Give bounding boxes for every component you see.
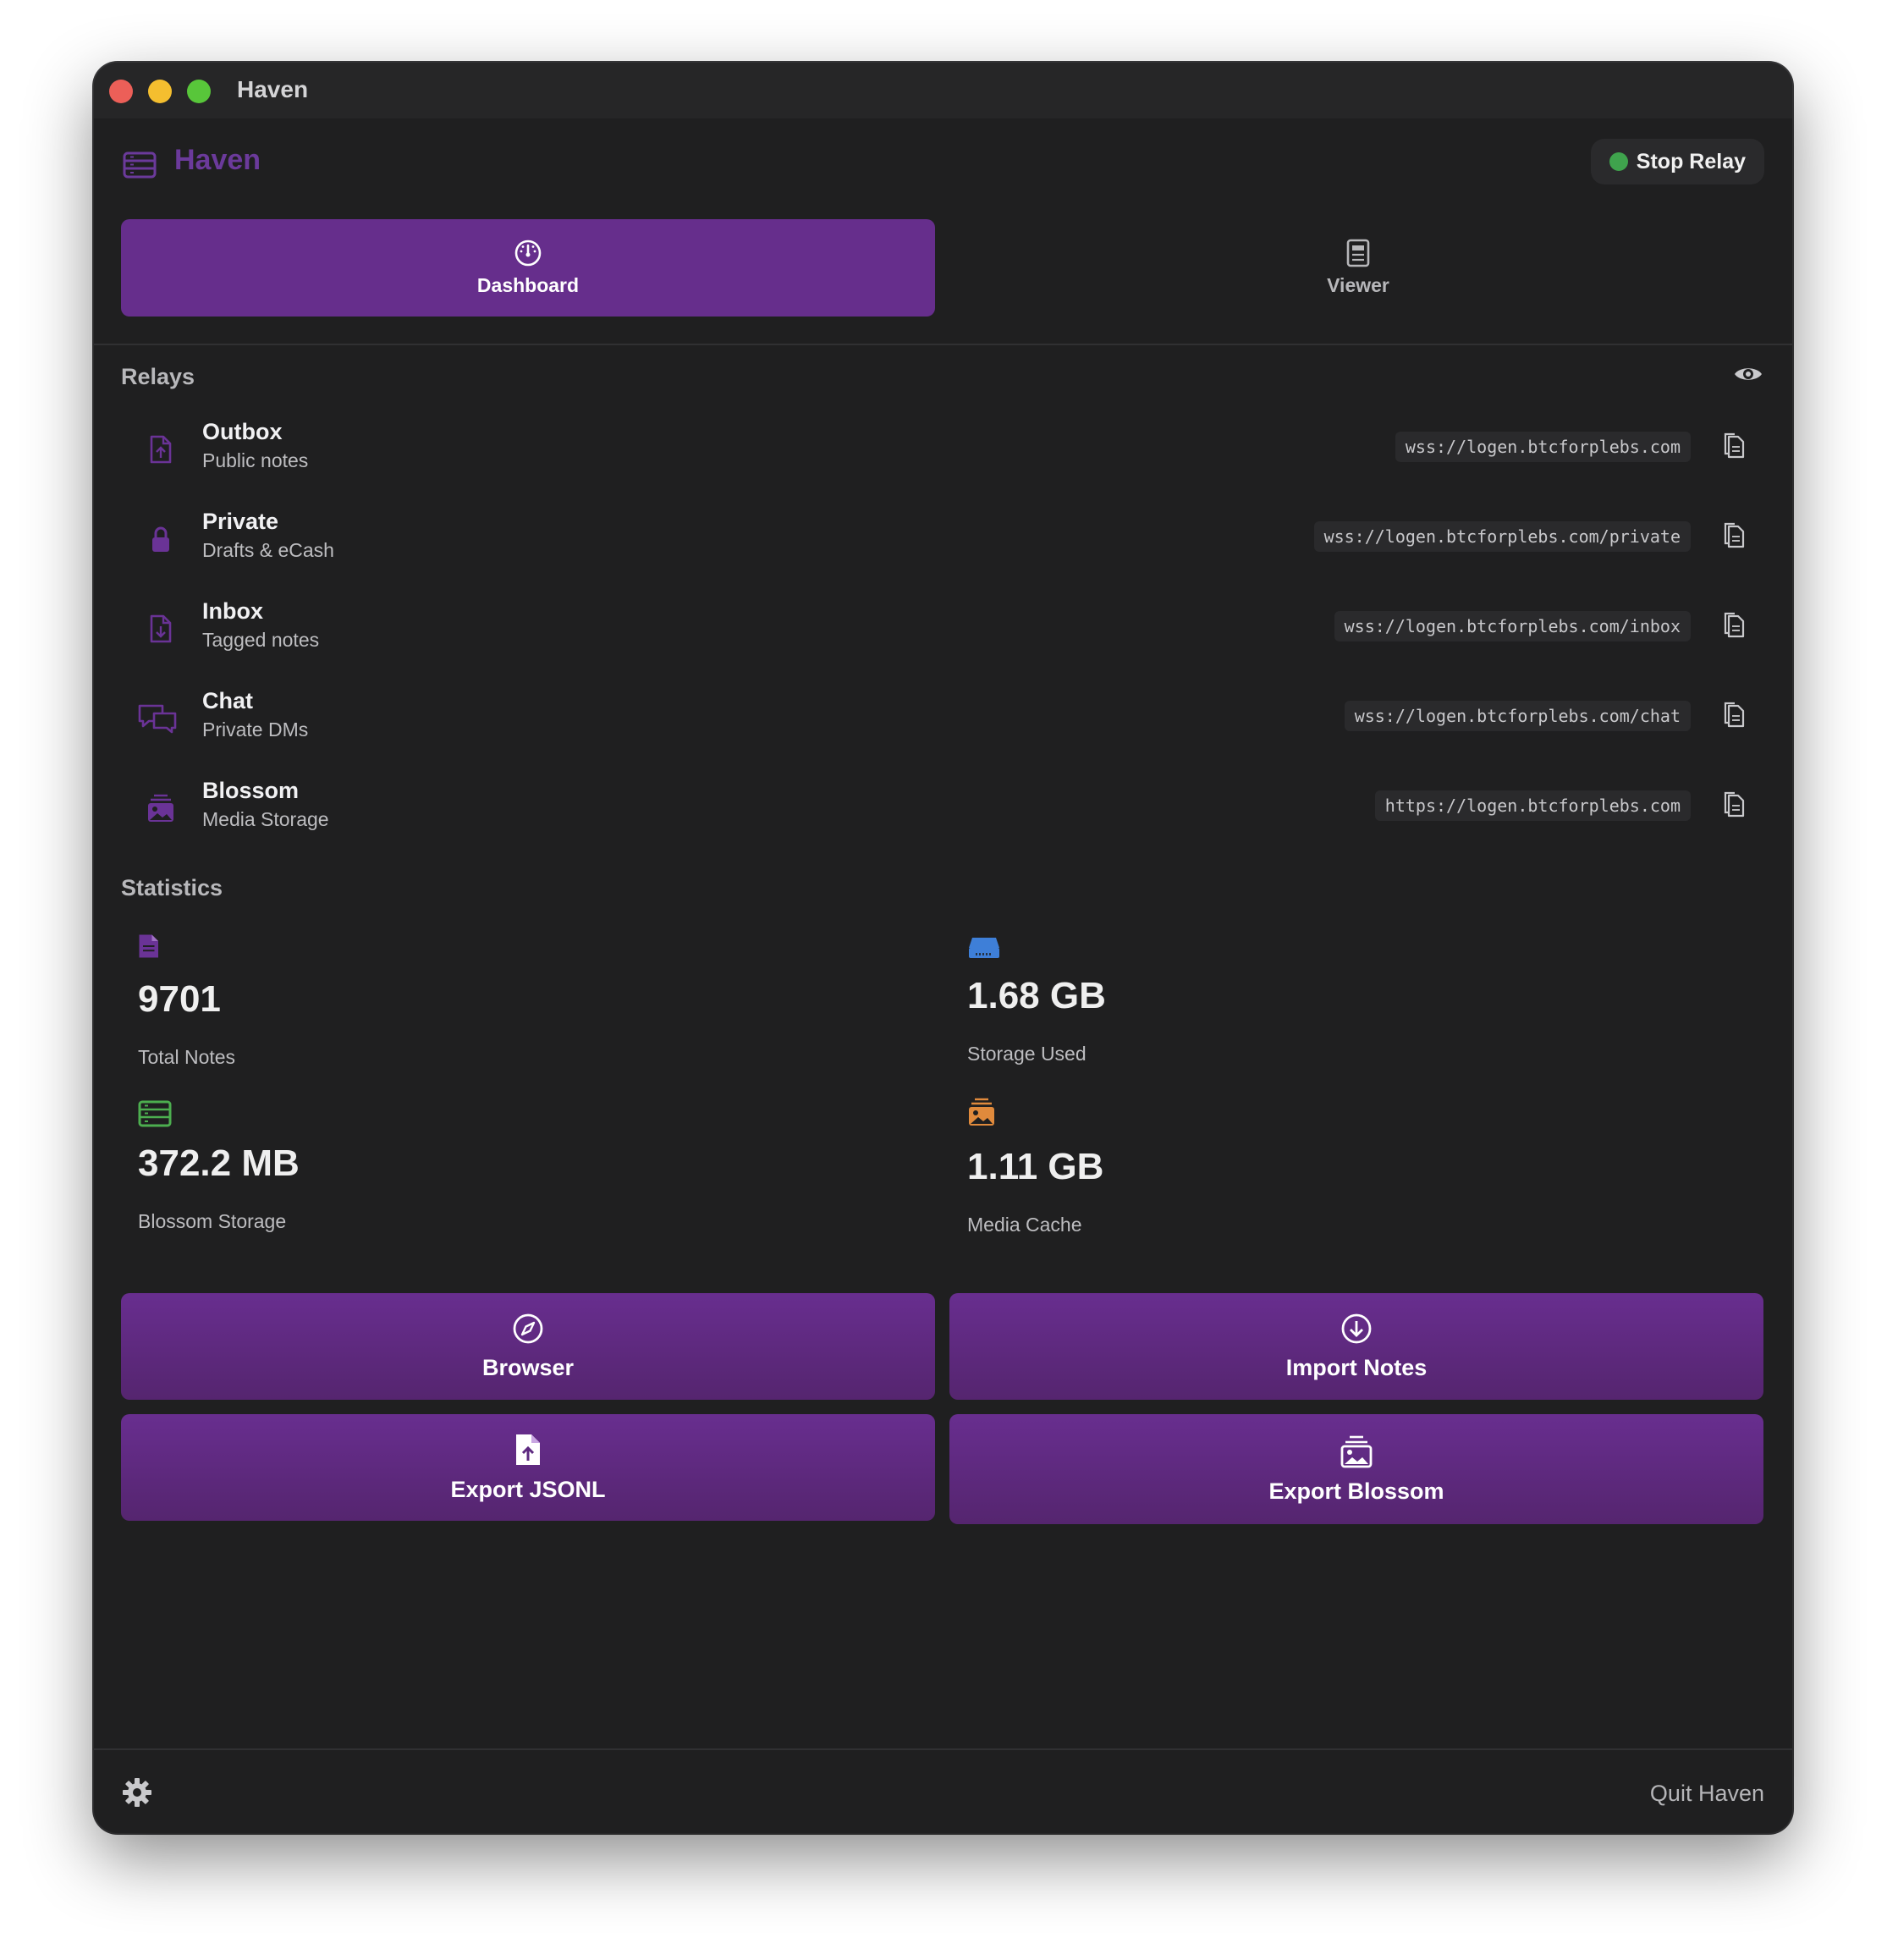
server-icon bbox=[138, 1100, 172, 1127]
gear-icon[interactable] bbox=[122, 1777, 152, 1808]
stat-blossom-storage: 372.2 MB Blossom Storage bbox=[138, 1100, 646, 1244]
stat-value: 1.68 GB bbox=[967, 975, 1106, 1016]
copy-icon[interactable] bbox=[1721, 611, 1747, 640]
relay-subtitle: Public notes bbox=[202, 449, 309, 471]
relay-row-blossom: Blossom Media Storage https://logen.btcf… bbox=[121, 774, 1765, 841]
tab-dashboard[interactable]: Dashboard bbox=[121, 219, 935, 317]
server-stack-icon bbox=[123, 151, 157, 179]
browser-button[interactable]: Browser bbox=[121, 1293, 935, 1400]
stat-value: 372.2 MB bbox=[138, 1142, 300, 1184]
app-name: Haven bbox=[174, 144, 261, 176]
file-download-icon bbox=[143, 611, 179, 647]
download-circle-icon bbox=[1341, 1313, 1372, 1343]
lock-icon bbox=[143, 521, 179, 557]
relay-subtitle: Tagged notes bbox=[202, 629, 320, 651]
stat-label: Blossom Storage bbox=[138, 1210, 287, 1232]
app-header: Haven Stop Relay bbox=[94, 118, 1792, 195]
minimize-window-button[interactable] bbox=[148, 80, 172, 103]
app-window: Haven Haven Stop Relay Dashboard Viewer … bbox=[94, 63, 1792, 1833]
footer: Quit Haven bbox=[94, 1748, 1792, 1833]
relay-subtitle: Private DMs bbox=[202, 718, 309, 741]
zoom-window-button[interactable] bbox=[187, 80, 211, 103]
relay-url[interactable]: wss://logen.btcforplebs.com/private bbox=[1313, 521, 1691, 552]
document-icon bbox=[139, 934, 158, 958]
hard-drive-icon bbox=[969, 938, 999, 958]
relay-status-indicator bbox=[1609, 152, 1628, 171]
relay-name: Chat bbox=[202, 688, 253, 713]
stat-label: Storage Used bbox=[967, 1043, 1087, 1065]
stop-relay-label: Stop Relay bbox=[1636, 149, 1746, 173]
copy-icon[interactable] bbox=[1721, 521, 1747, 550]
action-label: Export JSONL bbox=[450, 1476, 606, 1502]
relay-name: Outbox bbox=[202, 419, 283, 444]
export-blossom-button[interactable]: Export Blossom bbox=[949, 1414, 1763, 1524]
relay-subtitle: Media Storage bbox=[202, 808, 329, 830]
stat-storage-used: 1.68 GB Storage Used bbox=[967, 934, 1475, 1078]
chat-bubbles-icon bbox=[136, 701, 179, 736]
relay-row-inbox: Inbox Tagged notes wss://logen.btcforple… bbox=[121, 594, 1765, 662]
stat-total-notes: 9701 Total Notes bbox=[138, 931, 646, 1075]
relay-name: Private bbox=[202, 509, 279, 534]
relay-url[interactable]: wss://logen.btcforplebs.com bbox=[1395, 432, 1691, 462]
compass-icon bbox=[513, 1313, 543, 1343]
relays-heading: Relays bbox=[121, 364, 195, 389]
title-bar: Haven bbox=[94, 63, 1792, 118]
header-divider bbox=[94, 344, 1792, 345]
tab-viewer[interactable]: Viewer bbox=[951, 219, 1765, 317]
file-upload-icon bbox=[516, 1434, 540, 1465]
copy-icon[interactable] bbox=[1721, 701, 1747, 729]
stat-media-cache: 1.11 GB Media Cache bbox=[967, 1097, 1475, 1241]
action-label: Import Notes bbox=[1285, 1354, 1428, 1380]
relay-url[interactable]: wss://logen.btcforplebs.com/inbox bbox=[1334, 611, 1691, 641]
copy-icon[interactable] bbox=[1721, 790, 1747, 819]
tab-label: Viewer bbox=[1327, 274, 1389, 296]
relay-name: Inbox bbox=[202, 598, 263, 624]
quit-button[interactable]: Quit Haven bbox=[1650, 1781, 1764, 1807]
relay-subtitle: Drafts & eCash bbox=[202, 539, 334, 561]
relay-url[interactable]: wss://logen.btcforplebs.com/chat bbox=[1344, 701, 1691, 731]
relay-row-private: Private Drafts & eCash wss://logen.btcfo… bbox=[121, 504, 1765, 572]
stat-value: 9701 bbox=[138, 978, 221, 1020]
export-jsonl-button[interactable]: Export JSONL bbox=[121, 1414, 935, 1521]
stat-value: 1.11 GB bbox=[967, 1146, 1104, 1187]
photo-stack-icon bbox=[143, 790, 179, 826]
tab-label: Dashboard bbox=[476, 274, 580, 296]
eye-icon[interactable] bbox=[1733, 364, 1763, 384]
relay-row-outbox: Outbox Public notes wss://logen.btcforpl… bbox=[121, 415, 1765, 482]
stat-label: Media Cache bbox=[967, 1214, 1082, 1236]
photo-stack-icon bbox=[1340, 1435, 1373, 1467]
close-window-button[interactable] bbox=[109, 80, 133, 103]
stop-relay-button[interactable]: Stop Relay bbox=[1590, 139, 1764, 184]
statistics-heading: Statistics bbox=[121, 875, 223, 900]
relay-row-chat: Chat Private DMs wss://logen.btcforplebs… bbox=[121, 684, 1765, 752]
action-label: Export Blossom bbox=[1268, 1478, 1444, 1504]
gauge-icon bbox=[514, 239, 542, 267]
stat-label: Total Notes bbox=[138, 1046, 236, 1068]
import-notes-button[interactable]: Import Notes bbox=[949, 1293, 1763, 1400]
relay-name: Blossom bbox=[202, 778, 300, 803]
photo-stack-icon bbox=[969, 1098, 994, 1126]
tab-bar: Dashboard Viewer bbox=[121, 219, 1765, 317]
action-label: Browser bbox=[481, 1354, 575, 1380]
file-upload-icon bbox=[143, 432, 179, 467]
window-title: Haven bbox=[237, 76, 309, 102]
document-icon bbox=[1346, 239, 1370, 267]
relay-url[interactable]: https://logen.btcforplebs.com bbox=[1374, 790, 1691, 821]
copy-icon[interactable] bbox=[1721, 432, 1747, 460]
